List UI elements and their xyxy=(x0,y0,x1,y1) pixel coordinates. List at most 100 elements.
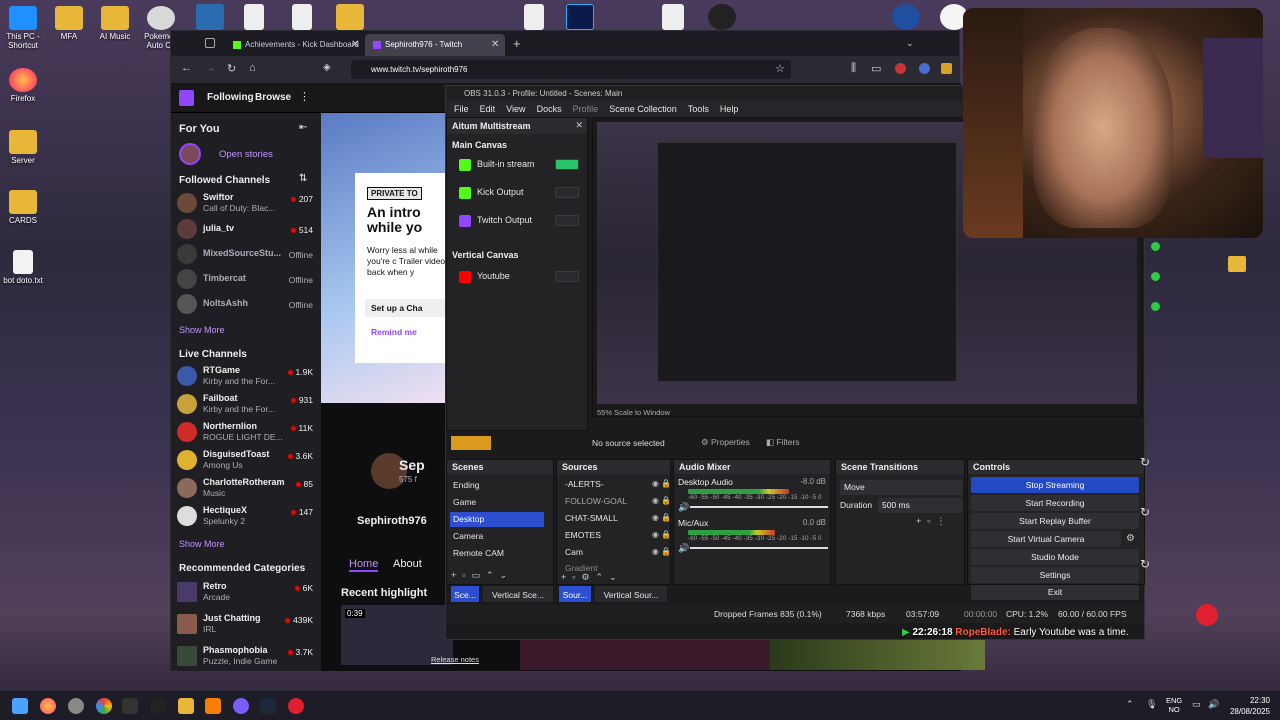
stories-avatar[interactable] xyxy=(179,143,201,165)
bookmark-star-icon[interactable]: ☆ xyxy=(775,62,785,75)
steam-icon[interactable] xyxy=(260,698,276,714)
output-toggle[interactable] xyxy=(555,215,579,226)
menu-tools[interactable]: Tools xyxy=(688,101,709,117)
followed-channel[interactable]: MixedSourceStu... Offline xyxy=(177,242,317,268)
nav-browse[interactable]: Browse xyxy=(255,92,291,103)
app-icon[interactable] xyxy=(150,698,166,714)
terminal-icon[interactable] xyxy=(122,698,138,714)
output-toggle[interactable] xyxy=(555,187,579,198)
app-icon[interactable] xyxy=(288,698,304,714)
microphone-icon[interactable]: 🎙 xyxy=(1146,699,1157,710)
preview-scale[interactable]: 55% Scale to Window xyxy=(597,408,670,417)
source-item[interactable]: EMOTES ◉ 🔒 xyxy=(561,527,671,543)
desktop-icon-ai-music[interactable]: AI Music xyxy=(92,6,138,41)
tab-vertical-sources[interactable]: Vertical Sour... xyxy=(594,585,668,603)
tray-chevron-icon[interactable]: ⌃ xyxy=(1126,699,1134,710)
extension-icon[interactable] xyxy=(941,63,952,74)
show-more-live[interactable]: Show More xyxy=(179,539,225,549)
tab-scenes[interactable]: Sce... xyxy=(450,585,480,603)
reload-icon[interactable]: ↻ xyxy=(227,62,236,75)
category-item[interactable]: Phasmophobia Puzzle, Indie Game 3.7K xyxy=(177,644,317,670)
folder-icon[interactable] xyxy=(1228,256,1246,272)
scene-item[interactable]: Camera xyxy=(450,529,544,544)
source-item[interactable]: -ALERTS- ◉ 🔒 xyxy=(561,476,671,492)
visibility-eye-icon[interactable]: ◉ 🔒 xyxy=(652,544,671,560)
chevron-down-icon[interactable]: ⌄ xyxy=(906,38,914,49)
studio-mode-button[interactable]: Studio Mode xyxy=(971,549,1139,565)
output-toggle[interactable] xyxy=(555,159,579,170)
tab-kick-dashboard[interactable]: Achievements - Kick Dashboard xyxy=(225,34,359,56)
transition-select[interactable]: Move xyxy=(840,480,962,495)
volume-slider[interactable] xyxy=(690,506,828,508)
close-dock-icon[interactable]: ✕ xyxy=(575,120,583,131)
filters-button[interactable]: ◧ Filters xyxy=(766,437,800,448)
app-icon[interactable] xyxy=(233,698,249,714)
close-tab-icon[interactable]: ✕ xyxy=(491,39,499,50)
tab-vertical-scenes[interactable]: Vertical Sce... xyxy=(482,585,554,603)
app-icon[interactable] xyxy=(68,698,84,714)
followed-channel[interactable]: julia_tv 514 xyxy=(177,217,317,243)
scene-item[interactable]: Remote CAM xyxy=(450,546,544,561)
category-item[interactable]: Just Chatting IRL 439K xyxy=(177,612,317,638)
home-icon[interactable]: ⌂ xyxy=(249,62,256,74)
folder-icon[interactable] xyxy=(336,4,364,30)
profile-icon[interactable] xyxy=(919,63,930,74)
back-icon[interactable]: ← xyxy=(181,62,192,74)
photoshop-icon[interactable] xyxy=(566,4,594,30)
vlc-icon[interactable] xyxy=(205,698,221,714)
menu-view[interactable]: View xyxy=(506,101,525,117)
source-item[interactable]: FOLLOW-GOAL ◉ 🔒 xyxy=(561,493,671,509)
visibility-eye-icon[interactable]: ◉ 🔒 xyxy=(652,510,671,526)
sidebar-icon[interactable]: ▭ xyxy=(871,62,881,75)
scene-toolbar[interactable]: +▫▭⌃⌄ xyxy=(451,570,513,581)
source-item[interactable]: CHAT-SMALL ◉ 🔒 xyxy=(561,510,671,526)
remind-me-button[interactable]: Remind me xyxy=(371,327,417,337)
start-icon[interactable] xyxy=(12,698,28,714)
transition-toolbar[interactable]: +▫⋮ xyxy=(916,516,951,527)
twitch-logo-icon[interactable] xyxy=(179,90,194,106)
app-icon[interactable] xyxy=(892,4,920,30)
file-icon[interactable] xyxy=(524,4,544,30)
followed-channel[interactable]: Swiftor Call of Duty: Blac... 207 xyxy=(177,191,317,217)
scene-item[interactable]: Game xyxy=(450,495,544,510)
collapse-sidebar-icon[interactable]: ⇤ xyxy=(299,122,307,133)
start-replay-buffer-button[interactable]: Start Replay Buffer xyxy=(971,513,1139,529)
close-tab-icon[interactable]: ✕ xyxy=(351,39,359,50)
new-tab-icon[interactable]: + xyxy=(513,36,521,51)
live-channel[interactable]: Northernlion ROGUE LIGHT DE... 11K xyxy=(177,420,317,446)
file-icon[interactable] xyxy=(244,4,264,30)
live-channel[interactable]: RTGame Kirby and the For... 1.9K xyxy=(177,364,317,390)
desktop-icon-this-pc[interactable]: This PC - Shortcut xyxy=(0,6,46,50)
tab-twitch[interactable]: Sephiroth976 - Twitch xyxy=(365,34,505,56)
visibility-eye-icon[interactable]: ◉ 🔒 xyxy=(652,476,671,492)
media-player-icon[interactable] xyxy=(708,4,736,30)
show-more-followed[interactable]: Show More xyxy=(179,325,225,335)
settings-button[interactable]: Settings xyxy=(971,567,1139,583)
menu-scene-collection[interactable]: Scene Collection xyxy=(609,101,677,117)
start-recording-button[interactable]: Start Recording xyxy=(971,495,1139,511)
volume-icon[interactable]: 🔊 xyxy=(678,502,689,513)
visibility-eye-icon[interactable]: ◉ 🔒 xyxy=(652,493,671,509)
more-options-icon[interactable]: ⋮ xyxy=(299,90,310,103)
menu-docks[interactable]: Docks xyxy=(537,101,562,117)
network-icon[interactable]: ▭ xyxy=(1192,699,1201,710)
taskbar-clock[interactable]: 22:30 28/08/2025 xyxy=(1230,695,1270,717)
release-notes-link[interactable]: Release notes xyxy=(431,655,479,664)
shield-icon[interactable]: ◈ xyxy=(323,62,331,73)
setup-cta-button[interactable]: Set up a Cha xyxy=(365,299,451,317)
desktop-icon-server[interactable]: Server xyxy=(0,130,46,165)
library-icon[interactable]: ⫼ xyxy=(851,62,856,75)
stop-streaming-button[interactable]: Stop Streaming xyxy=(971,477,1139,493)
file-icon[interactable] xyxy=(662,4,684,30)
desktop-icon-mfa[interactable]: MFA xyxy=(46,6,92,41)
live-channel[interactable]: HectiqueX Spelunky 2 147 xyxy=(177,504,317,530)
visibility-eye-icon[interactable]: ◉ 🔒 xyxy=(652,527,671,543)
followed-channel[interactable]: NoltsAshh Offline xyxy=(177,292,317,318)
source-item[interactable]: Cam ◉ 🔒 xyxy=(561,544,671,560)
tab-sources[interactable]: Sour... xyxy=(558,585,592,603)
channel-tab-home[interactable]: Home xyxy=(349,558,379,572)
menu-help[interactable]: Help xyxy=(720,101,739,117)
desktop-icon-bot-doto[interactable]: bot doto.txt xyxy=(0,250,46,285)
file-icon[interactable] xyxy=(292,4,312,30)
desktop-icon-cards[interactable]: CARDS xyxy=(0,190,46,225)
